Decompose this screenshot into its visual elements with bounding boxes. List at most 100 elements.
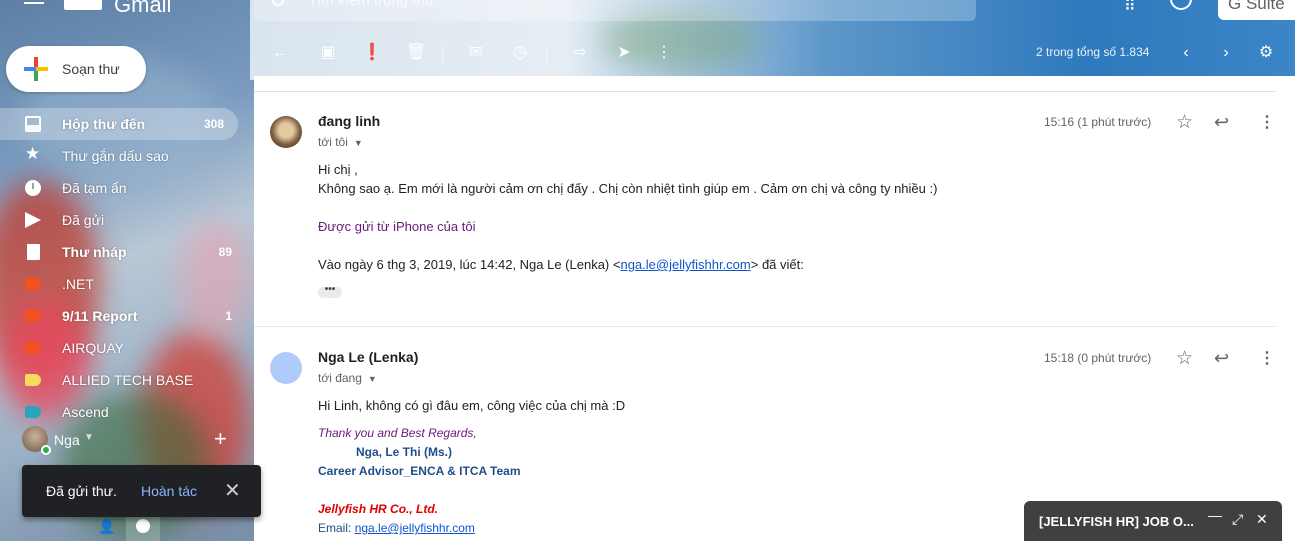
sender-name[interactable]: Nga Le (Lenka) [318,349,418,365]
sidebar-item-label-ascend[interactable]: Ascend [0,396,246,428]
undo-button[interactable]: Hoàn tác [141,483,197,499]
pagination-text: 2 trong tổng số 1.834 [1036,45,1150,59]
newer-icon[interactable]: ‹ [1176,44,1196,62]
add-icon[interactable]: + [214,426,227,452]
settings-gear-icon[interactable]: ⚙ [1256,44,1276,62]
sidebar-item-label: ALLIED TECH BASE [62,372,194,388]
move-to-icon[interactable]: ⇨ [570,44,590,62]
signature-company: Jellyfish HR Co., Ltd. [318,502,439,516]
sender-name[interactable]: đang linh [318,113,380,129]
label-icon [25,406,41,418]
online-status-icon [41,445,51,455]
more-options-icon[interactable]: ⋮ [1259,348,1275,368]
toast-message: Đã gửi thư. [46,483,117,499]
recipient-text: tới tôi [318,135,348,149]
apps-icon[interactable]: ⠿ [1124,0,1142,15]
hangouts-account: Nga ▼ + [22,426,242,456]
expand-icon[interactable]: ⤢ [1232,511,1243,528]
divider [254,91,1276,92]
compose-plus-icon [24,57,48,81]
sidebar-item-starred[interactable]: ★ Thư gắn dấu sao [0,140,246,172]
label-icon [25,374,41,386]
back-icon[interactable]: ← [270,44,290,62]
close-icon[interactable]: ✕ [1256,511,1268,528]
more-options-icon[interactable]: ⋮ [1259,112,1275,132]
report-spam-icon[interactable]: ❗ [362,44,382,62]
search-input[interactable]: Tìm kiếm trong thư [254,0,976,21]
recipient-text: tới đang [318,371,362,385]
sidebar-item-label-allied-tech-base[interactable]: ALLIED TECH BASE [0,364,246,396]
search-placeholder: Tìm kiếm trong thư [308,0,435,9]
quote-header: Vào ngày 6 thg 3, 2019, lúc 14:42, Nga L… [318,257,804,272]
avatar[interactable] [270,116,302,148]
snooze-icon[interactable]: ◷ [510,44,530,62]
sidebar-bottom-tabs: 👤 [88,514,168,541]
chevron-down-icon[interactable]: ▼ [354,138,363,148]
mark-unread-icon[interactable]: ✉ [466,44,486,62]
contacts-icon[interactable]: 👤 [98,518,115,534]
avatar[interactable] [270,352,302,384]
recipient-details[interactable]: tới tôi ▼ [318,135,363,149]
signature-line: Thank you and Best Regards, [318,426,477,440]
body-line: Hi Linh, không có gì đâu em, công việc c… [318,398,626,413]
star-icon[interactable]: ☆ [1176,347,1193,370]
sidebar-item-label: Hộp thư đến [62,116,146,132]
sidebar-nav: Hộp thư đến 308 ★ Thư gắn dấu sao Đã tạm… [0,108,246,428]
email-link[interactable]: nga.le@jellyfishhr.com [355,521,475,535]
star-icon: ★ [25,144,41,163]
signature-email: Email: nga.le@jellyfishhr.com [318,521,475,535]
signature-line: Được gửi từ iPhone của tôi [318,219,476,234]
sidebar-item-label: AIRQUAY [62,340,124,356]
star-icon[interactable]: ☆ [1176,111,1193,134]
more-icon[interactable]: ⋮ [654,44,674,62]
delete-icon[interactable]: 🗑 [406,44,426,62]
label-icon [25,342,41,354]
hangouts-tab[interactable] [126,514,160,541]
gmail-logo-icon[interactable] [64,0,102,10]
show-trimmed-content-button[interactable]: ••• [318,285,342,298]
account-name[interactable]: Nga [54,432,80,448]
chevron-down-icon[interactable]: ▼ [368,374,377,384]
quote-header-suffix: > đã viết: [750,257,804,272]
label-icon [25,278,41,290]
sidebar-item-sent[interactable]: Đã gửi [0,204,246,236]
sidebar-item-label-net[interactable]: .NET [0,268,246,300]
sidebar-item-label-911-report[interactable]: 9/11 Report 1 [0,300,246,332]
label-icon[interactable]: ➤ [614,44,634,62]
label-icon [25,310,41,322]
menu-icon[interactable] [24,0,44,8]
email-link[interactable]: nga.le@jellyfishhr.com [620,257,750,272]
sidebar-item-inbox[interactable]: Hộp thư đến 308 [0,108,238,140]
message-toolbar: ← ▣ ❗ 🗑 ✉ ◷ ⇨ ➤ ⋮ 2 trong tổng số 1.834 … [254,30,1295,76]
recipient-details[interactable]: tới đang ▼ [318,371,377,385]
email-label: Email: [318,521,355,535]
send-icon [25,212,41,228]
chevron-down-icon[interactable]: ▼ [84,432,94,443]
draft-icon [27,244,40,260]
support-icon[interactable] [1170,0,1192,10]
sidebar-item-label: Thư gắn dấu sao [62,148,169,164]
sidebar-item-snoozed[interactable]: Đã tạm ẩn [0,172,246,204]
unread-count: 308 [203,117,224,131]
minimized-compose-window[interactable]: [JELLYFISH HR] JOB O... — ⤢ ✕ [1024,501,1282,541]
compose-button[interactable]: Soạn thư [6,46,146,92]
app-logo-text: Gmail [114,0,172,17]
popup-title[interactable]: [JELLYFISH HR] JOB O... [1039,514,1194,529]
reply-icon[interactable]: ↩ [1214,112,1229,133]
sidebar-item-label: 9/11 Report [62,308,138,324]
sidebar-item-drafts[interactable]: Thư nháp 89 [0,236,246,268]
hangouts-icon [136,519,150,533]
reply-icon[interactable]: ↩ [1214,348,1229,369]
toolbar-divider [546,44,547,64]
message-time: 15:18 (0 phút trước) [1044,351,1152,365]
sidebar-item-label: Ascend [62,404,109,420]
older-icon[interactable]: › [1216,44,1236,62]
sidebar-item-label-airquay[interactable]: AIRQUAY [0,332,246,364]
gsuite-button[interactable]: G Suite [1218,0,1295,20]
minimize-icon[interactable]: — [1208,507,1222,523]
search-icon[interactable] [272,0,284,6]
inbox-icon [25,116,41,132]
signature-title: Career Advisor_ENCA & ITCA Team [318,464,521,478]
archive-icon[interactable]: ▣ [318,44,338,62]
close-icon[interactable]: ✕ [224,478,241,503]
